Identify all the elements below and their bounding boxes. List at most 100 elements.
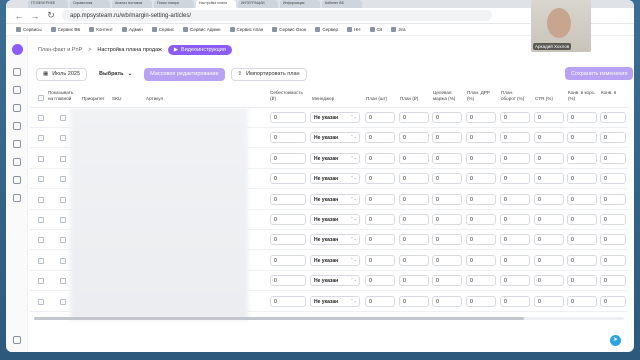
target-margin-input[interactable]: 0 <box>432 234 462 246</box>
conv-cart-input[interactable]: 0 <box>567 254 597 266</box>
conv-order-input[interactable]: 0 <box>600 152 626 164</box>
conv-cart-input[interactable]: 0 <box>567 234 597 246</box>
ctr-input[interactable]: 0 <box>534 112 564 123</box>
conv-cart-input[interactable]: 0 <box>567 152 597 164</box>
analytics-icon[interactable] <box>13 86 21 94</box>
show-on-main-checkbox[interactable] <box>60 155 66 162</box>
conv-order-input[interactable]: 0 <box>600 254 626 266</box>
import-plan-button[interactable]: ⇪ Импортировать план <box>230 67 307 81</box>
plan-drr-input[interactable]: 0 <box>466 132 496 144</box>
ctr-input[interactable]: 0 <box>534 254 564 266</box>
list-icon[interactable] <box>13 104 21 112</box>
bookmark-item[interactable]: HH <box>347 27 361 32</box>
plan-turnover-input[interactable]: 0 <box>500 132 530 144</box>
conv-order-input[interactable]: 0 <box>600 234 626 246</box>
conv-cart-input[interactable]: 0 <box>567 275 597 287</box>
percent-icon[interactable] <box>13 158 21 166</box>
plan-rub-input[interactable]: 0 <box>399 173 429 185</box>
col-plan-drr[interactable]: План. ДРР (%) <box>467 90 495 101</box>
cost-input[interactable]: 0 <box>270 173 306 185</box>
plan-pcs-input[interactable]: 0 <box>365 132 395 144</box>
cost-input[interactable]: 0 <box>270 132 306 144</box>
conv-cart-input[interactable]: 0 <box>567 193 597 205</box>
home-icon[interactable] <box>13 68 21 76</box>
bookmark-item[interactable]: Git <box>369 27 382 32</box>
row-select-checkbox[interactable] <box>38 135 44 142</box>
cost-input[interactable]: 0 <box>270 295 306 307</box>
choose-dropdown[interactable]: Выбрать ⌄ <box>93 67 139 81</box>
ctr-input[interactable]: 0 <box>534 214 564 225</box>
browser-tab-active[interactable]: Настройка плана <box>196 0 236 8</box>
row-select-checkbox[interactable] <box>38 196 44 203</box>
plan-turnover-input[interactable]: 0 <box>500 275 530 287</box>
manager-select[interactable]: Не указан <box>310 173 360 185</box>
plan-pcs-input[interactable]: 0 <box>365 112 395 123</box>
ctr-input[interactable]: 0 <box>534 295 564 307</box>
bookmark-item[interactable]: Jira <box>391 27 406 32</box>
show-on-main-checkbox[interactable] <box>60 115 66 121</box>
row-select-checkbox[interactable] <box>38 176 44 183</box>
target-margin-input[interactable]: 0 <box>432 193 462 205</box>
manager-select[interactable]: Не указан <box>310 254 360 266</box>
show-on-main-checkbox[interactable] <box>60 135 66 142</box>
conv-cart-input[interactable]: 0 <box>567 214 597 225</box>
horizontal-scrollbar[interactable] <box>34 317 624 320</box>
plan-pcs-input[interactable]: 0 <box>365 295 395 307</box>
row-select-checkbox[interactable] <box>38 257 44 264</box>
plan-rub-input[interactable]: 0 <box>399 112 429 123</box>
col-sku[interactable]: SKU <box>112 96 121 102</box>
conv-cart-input[interactable]: 0 <box>567 132 597 144</box>
plan-pcs-input[interactable]: 0 <box>365 254 395 266</box>
col-conv-order[interactable]: Конв. в <box>601 90 627 96</box>
row-select-checkbox[interactable] <box>38 115 44 121</box>
plan-rub-input[interactable]: 0 <box>399 132 429 144</box>
manager-select[interactable]: Не указан <box>310 193 360 205</box>
plan-pcs-input[interactable]: 0 <box>365 234 395 246</box>
cost-input[interactable]: 0 <box>270 234 306 246</box>
back-icon[interactable]: ← <box>14 11 24 21</box>
gear-icon[interactable] <box>13 336 21 344</box>
plan-drr-input[interactable]: 0 <box>466 234 496 246</box>
cost-input[interactable]: 0 <box>270 193 306 205</box>
bookmark-item[interactable]: Сервис Админ <box>183 27 221 32</box>
target-margin-input[interactable]: 0 <box>432 295 462 307</box>
target-margin-input[interactable]: 0 <box>432 112 462 123</box>
plan-rub-input[interactable]: 0 <box>399 295 429 307</box>
chat-icon[interactable] <box>13 122 21 130</box>
ctr-input[interactable]: 0 <box>534 173 564 185</box>
conv-cart-input[interactable]: 0 <box>567 112 597 123</box>
col-ctr[interactable]: CTR (%) <box>535 96 553 102</box>
ctr-input[interactable]: 0 <box>534 152 564 164</box>
show-on-main-checkbox[interactable] <box>60 176 66 183</box>
row-select-checkbox[interactable] <box>38 278 44 285</box>
row-select-checkbox[interactable] <box>38 217 44 223</box>
col-show[interactable]: Показывать на главной <box>48 90 78 101</box>
plan-turnover-input[interactable]: 0 <box>500 234 530 246</box>
plan-icon[interactable] <box>13 176 21 184</box>
plan-rub-input[interactable]: 0 <box>399 214 429 225</box>
plan-turnover-input[interactable]: 0 <box>500 193 530 205</box>
bookmark-item[interactable]: Админ <box>121 27 143 32</box>
show-on-main-checkbox[interactable] <box>60 196 66 203</box>
ctr-input[interactable]: 0 <box>534 193 564 205</box>
conv-order-input[interactable]: 0 <box>600 275 626 287</box>
forward-icon[interactable]: → <box>30 11 40 21</box>
cost-input[interactable]: 0 <box>270 214 306 225</box>
show-on-main-checkbox[interactable] <box>60 278 66 285</box>
browser-tab[interactable]: ГП ВЕЧЕРНЕЕ <box>28 0 68 8</box>
browser-tab[interactable]: Кабинет ВБ <box>322 0 362 8</box>
plan-pcs-input[interactable]: 0 <box>365 173 395 185</box>
plan-drr-input[interactable]: 0 <box>466 254 496 266</box>
manager-select[interactable]: Не указан <box>310 152 360 164</box>
show-on-main-checkbox[interactable] <box>60 217 66 223</box>
browser-tab[interactable]: Справочник <box>70 0 110 8</box>
plan-turnover-input[interactable]: 0 <box>500 112 530 123</box>
manager-select[interactable]: Не указан <box>310 234 360 246</box>
manager-select[interactable]: Не указан <box>310 214 360 225</box>
col-plan-pcs[interactable]: План (шт) <box>366 96 387 102</box>
manager-select[interactable]: Не указан <box>310 132 360 144</box>
cost-input[interactable]: 0 <box>270 152 306 164</box>
plan-drr-input[interactable]: 0 <box>466 193 496 205</box>
ctr-input[interactable]: 0 <box>534 132 564 144</box>
plan-rub-input[interactable]: 0 <box>399 152 429 164</box>
